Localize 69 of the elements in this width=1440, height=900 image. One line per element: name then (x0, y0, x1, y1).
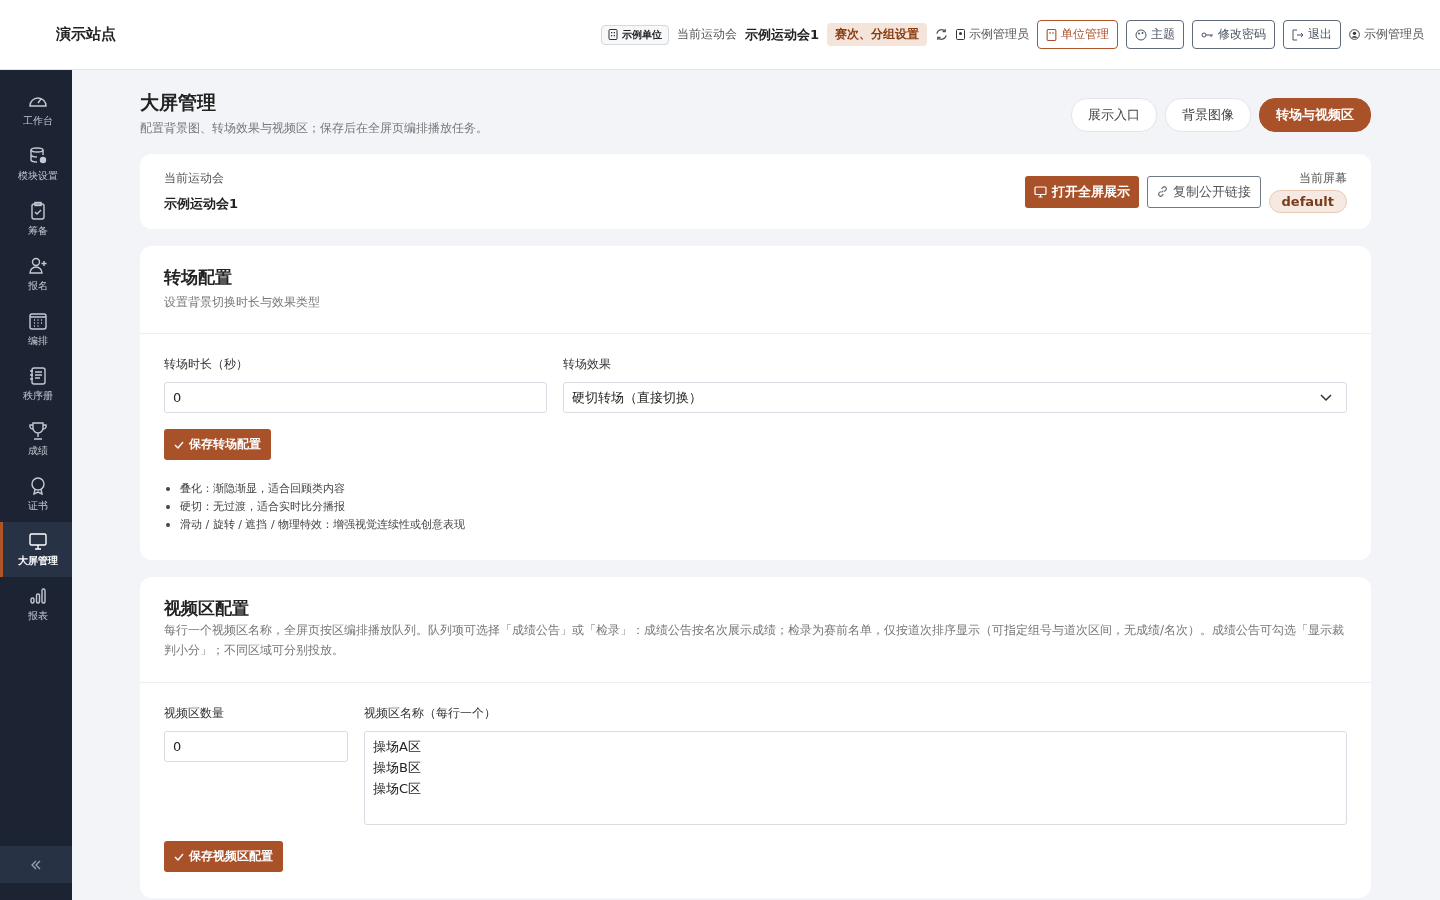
sidebar-item[interactable]: 筹备 (0, 192, 72, 247)
check-icon (174, 440, 184, 449)
settings-tag[interactable]: 赛次、分组设置 (827, 23, 927, 46)
key-icon (1201, 29, 1214, 40)
note-text: 硬切：无过渡，适合实时比分播报 (180, 499, 345, 515)
page-title: 大屏管理 (140, 90, 217, 115)
sidebar-item[interactable]: 报名 (0, 247, 72, 302)
screen-badge: default (1268, 190, 1347, 213)
refresh-icon[interactable] (935, 28, 948, 41)
sidebar-item[interactable]: 大屏管理 (0, 522, 72, 577)
admin-role: 示例管理员 (956, 26, 1029, 43)
header-button[interactable]: 单位管理 (1037, 20, 1118, 49)
add-user-icon (27, 256, 48, 276)
header-button[interactable]: 主题 (1126, 20, 1184, 49)
meet-label: 当前运动会 (164, 170, 225, 187)
sidebar-item[interactable]: 模块设置 (0, 137, 72, 192)
sidebar-item[interactable]: 证书 (0, 467, 72, 522)
double-chevron-icon (30, 858, 42, 871)
monitor-icon (1033, 185, 1047, 198)
user-icon (1349, 29, 1360, 40)
open-fullscreen-button[interactable]: 打开全屏展示 (1024, 175, 1139, 208)
effect-select[interactable]: 硬切转场（直接切换） (563, 382, 1347, 413)
field-label: 视频区名称（每行一个） (364, 705, 497, 722)
badge-icon (956, 29, 965, 40)
link-icon (1156, 186, 1168, 197)
meet-label: 当前运动会 (676, 26, 737, 43)
sidebar-item[interactable]: 成绩 (0, 412, 72, 467)
field-label: 转场时长（秒） (164, 356, 249, 373)
calendar-icon (27, 311, 48, 331)
meet-name: 示例运动会1 (744, 25, 819, 44)
save-video-button[interactable]: 保存视频区配置 (164, 841, 283, 872)
bar-chart-icon (27, 586, 48, 606)
database-icon (27, 146, 48, 166)
header-button[interactable]: 修改密码 (1192, 20, 1275, 49)
screen-label: 当前屏幕 (1299, 170, 1347, 187)
save-transition-button[interactable]: 保存转场配置 (164, 429, 271, 460)
monitor-icon (27, 531, 48, 551)
sidebar-item[interactable]: 报表 (0, 577, 72, 632)
note-text: 滑动 / 旋转 / 遮挡 / 物理特效：增强视觉连续性或创意表现 (180, 517, 466, 533)
unit-badge: 示例单位 (600, 24, 669, 45)
trophy-icon (27, 421, 48, 441)
sidebar-item[interactable]: 工作台 (0, 82, 72, 137)
zone-count-input[interactable]: 0 (164, 731, 348, 762)
page-subtitle: 配置背景图、转场效果与视频区；保存后在全屏页编排播放任务。 (140, 120, 488, 137)
copy-link-button[interactable]: 复制公开链接 (1146, 175, 1261, 208)
field-label: 视频区数量 (164, 705, 225, 722)
field-label: 转场效果 (563, 356, 612, 373)
chevron-down-icon (1320, 393, 1332, 402)
zone-names-textarea[interactable]: 操场A区 操场B区 操场C区 (364, 731, 1347, 825)
section-title: 视频区配置 (164, 597, 250, 620)
tab[interactable]: 背景图像 (1165, 98, 1251, 132)
tab[interactable]: 展示入口 (1071, 98, 1157, 132)
notebook-icon (27, 366, 48, 386)
palette-icon (1135, 28, 1147, 41)
section-title: 转场配置 (164, 266, 233, 289)
check-icon (174, 852, 184, 861)
user-name[interactable]: 示例管理员 (1349, 26, 1424, 43)
duration-input[interactable]: 0 (164, 382, 547, 413)
section-description: 每行一个视频区名称，全屏页按区编排播放队列。队列项可选择「成绩公告」或「检录」：成绩公告按名次展示成绩；检录为赛前名单，仅按道次排序显示（可指定组号与道次区间，无成绩/名次）。成绩公告可勾选「显示裁判小分」；不同区域可分别投放。 (164, 622, 1346, 659)
logout-icon (1292, 28, 1304, 41)
section-subtitle: 设置背景切换时长与效果类型 (164, 294, 321, 311)
header-button[interactable]: 退出 (1283, 20, 1341, 49)
meet-name: 示例运动会1 (164, 195, 239, 213)
tab[interactable]: 转场与视频区 (1259, 98, 1371, 132)
sidebar-item[interactable]: 编排 (0, 302, 72, 357)
building-icon (1046, 28, 1057, 41)
note-text: 叠化：渐隐渐显，适合回顾类内容 (180, 481, 345, 497)
site-title: 演示站点 (56, 25, 116, 44)
sidebar-item[interactable]: 秩序册 (0, 357, 72, 412)
